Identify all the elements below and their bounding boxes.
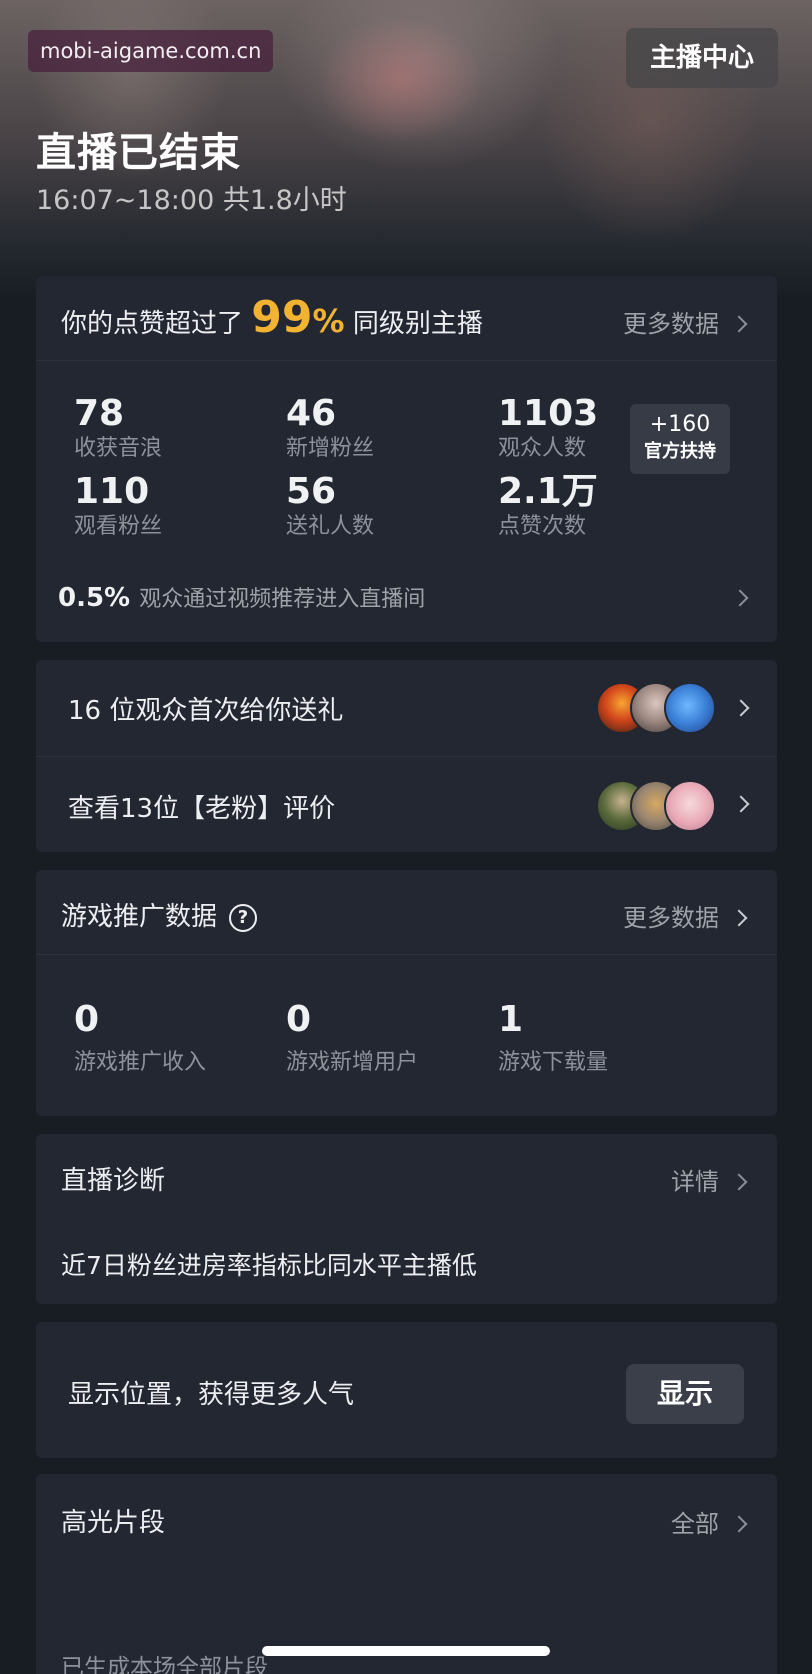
location-text: 显示位置，获得更多人气 bbox=[68, 1380, 355, 1410]
badge-value: +160 bbox=[649, 412, 711, 437]
stat-label: 观众人数 bbox=[498, 436, 587, 461]
summary-card: 你的点赞超过了 99% 同级别主播 更多数据 78 收获音浪 46 新增粉丝 1… bbox=[36, 276, 777, 642]
live-time-range: 16:07~18:00 共1.8小时 bbox=[36, 185, 347, 216]
more-data-label: 更多数据 bbox=[623, 310, 719, 338]
stat-label: 点赞次数 bbox=[498, 514, 587, 539]
host-center-button[interactable]: 主播中心 bbox=[626, 28, 778, 88]
official-support-badge: +160 官方扶持 bbox=[630, 404, 730, 474]
watermark: mobi-aigame.com.cn bbox=[28, 30, 274, 72]
highlights-card[interactable]: 高光片段 全部 已生成本场全部片段 bbox=[36, 1474, 777, 1674]
game-promotion-title: 游戏推广数据 bbox=[61, 902, 218, 932]
avatar bbox=[664, 780, 716, 832]
chevron-right-icon bbox=[730, 315, 748, 333]
chevron-right-icon bbox=[730, 1173, 748, 1191]
stat-value: 78 bbox=[74, 393, 125, 434]
stat-value: 1103 bbox=[498, 393, 599, 434]
detail-label: 详情 bbox=[671, 1168, 719, 1196]
stat-game-income: 0 游戏推广收入 bbox=[74, 998, 206, 1078]
chevron-right-icon bbox=[730, 909, 748, 927]
location-card: 显示位置，获得更多人气 显示 bbox=[36, 1322, 777, 1458]
more-data-label: 更多数据 bbox=[623, 904, 719, 932]
highlights-all-link[interactable]: 全部 bbox=[671, 1504, 748, 1539]
show-location-button[interactable]: 显示 bbox=[626, 1364, 744, 1424]
stat-watching-fans: 110 观看粉丝 bbox=[74, 472, 162, 542]
chevron-right-icon bbox=[732, 795, 750, 813]
video-referral-rate: 0.5% bbox=[58, 583, 131, 613]
chevron-right-icon bbox=[732, 699, 750, 717]
avatar bbox=[664, 682, 716, 734]
badge-label: 官方扶持 bbox=[644, 441, 716, 462]
like-rank-prefix: 你的点赞超过了 bbox=[61, 309, 244, 339]
stat-label: 送礼人数 bbox=[286, 514, 375, 539]
stat-new-fans: 46 新增粉丝 bbox=[286, 394, 374, 464]
stat-likes: 2.1万 点赞次数 bbox=[498, 472, 598, 542]
diagnosis-detail-link[interactable]: 详情 bbox=[671, 1162, 748, 1197]
stat-value: 56 bbox=[286, 471, 337, 512]
stat-value: 1 bbox=[498, 999, 524, 1040]
old-fans-row[interactable]: 查看13位【老粉】评价 bbox=[36, 756, 777, 852]
like-rank-value: 99% bbox=[251, 292, 344, 343]
game-promotion-card: 游戏推广数据? 更多数据 0 游戏推广收入 0 游戏新增用户 1 游戏下载量 bbox=[36, 870, 777, 1116]
stat-label: 新增粉丝 bbox=[286, 436, 375, 461]
audience-card: 16 位观众首次给你送礼 查看13位【老粉】评价 bbox=[36, 660, 777, 852]
stat-label: 游戏推广收入 bbox=[74, 1050, 207, 1075]
page-title: 直播已结束 bbox=[36, 130, 241, 176]
stat-label: 游戏下载量 bbox=[498, 1050, 609, 1075]
more-data-link[interactable]: 更多数据 bbox=[623, 304, 748, 339]
divider bbox=[36, 954, 777, 955]
highlights-title: 高光片段 bbox=[61, 1508, 166, 1538]
first-gift-text: 16 位观众首次给你送礼 bbox=[68, 696, 344, 726]
stat-game-downloads: 1 游戏下载量 bbox=[498, 998, 608, 1078]
old-fans-text: 查看13位【老粉】评价 bbox=[68, 794, 336, 824]
like-rank-number: 99 bbox=[251, 292, 313, 343]
stat-label: 收获音浪 bbox=[74, 436, 163, 461]
video-referral-text: 观众通过视频推荐进入直播间 bbox=[139, 587, 426, 612]
chevron-right-icon bbox=[730, 1515, 748, 1533]
all-label: 全部 bbox=[671, 1510, 719, 1538]
divider bbox=[36, 360, 777, 361]
stat-value: 0 bbox=[286, 999, 312, 1040]
stat-viewers: 1103 观众人数 bbox=[498, 394, 598, 464]
stat-sound-waves: 78 收获音浪 bbox=[74, 394, 162, 464]
game-more-data-link[interactable]: 更多数据 bbox=[623, 898, 748, 933]
stat-game-new-users: 0 游戏新增用户 bbox=[286, 998, 418, 1078]
diagnosis-text: 近7日粉丝进房率指标比同水平主播低 bbox=[61, 1251, 477, 1280]
highlights-subtext: 已生成本场全部片段 bbox=[61, 1655, 268, 1674]
stat-label: 观看粉丝 bbox=[74, 514, 163, 539]
help-icon[interactable]: ? bbox=[229, 904, 258, 932]
stat-value: 46 bbox=[286, 393, 337, 434]
stat-value: 2.1万 bbox=[498, 471, 598, 512]
like-rank-suffix: 同级别主播 bbox=[352, 309, 483, 339]
stat-gift-senders: 56 送礼人数 bbox=[286, 472, 374, 542]
live-diagnosis-card[interactable]: 直播诊断 详情 近7日粉丝进房率指标比同水平主播低 bbox=[36, 1134, 777, 1304]
home-indicator[interactable] bbox=[262, 1646, 550, 1656]
stat-value: 0 bbox=[74, 999, 100, 1040]
game-promotion-title-row: 游戏推广数据? bbox=[61, 896, 258, 933]
video-referral-row[interactable]: 0.5% 观众通过视频推荐进入直播间 bbox=[58, 576, 758, 620]
stat-value: 110 bbox=[74, 471, 150, 512]
diagnosis-title: 直播诊断 bbox=[61, 1166, 166, 1196]
chevron-right-icon bbox=[731, 589, 749, 607]
like-rank-unit: % bbox=[312, 302, 345, 340]
first-gift-row[interactable]: 16 位观众首次给你送礼 bbox=[36, 660, 777, 756]
like-rank-line: 你的点赞超过了 99% 同级别主播 bbox=[61, 288, 483, 354]
stat-label: 游戏新增用户 bbox=[286, 1050, 419, 1075]
